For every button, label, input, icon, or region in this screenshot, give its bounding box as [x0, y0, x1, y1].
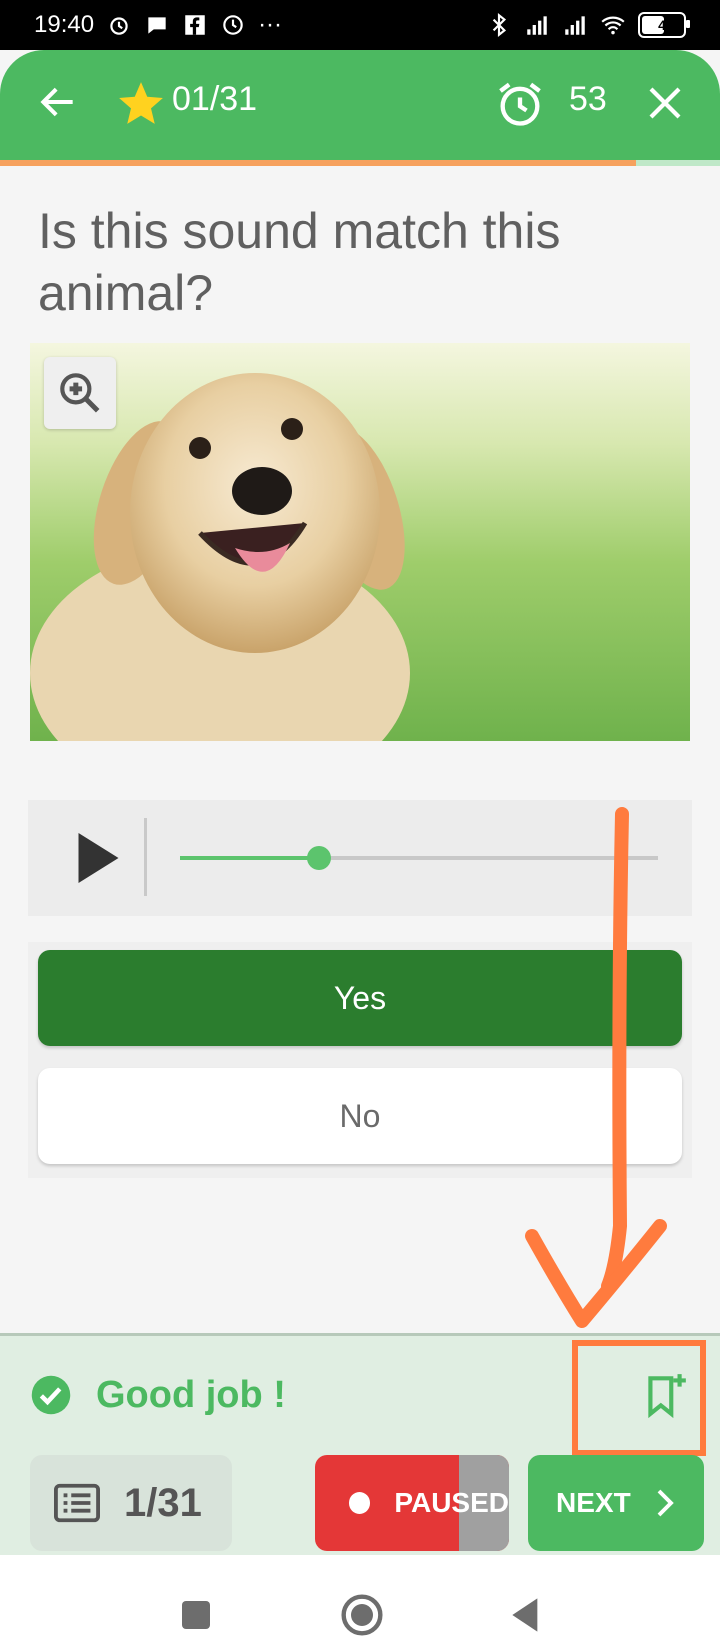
status-bar: 19:40 ··· 4 [0, 0, 720, 50]
back-triangle-icon[interactable] [506, 1595, 542, 1635]
signal-icon-2 [565, 16, 585, 35]
chat-status-icon [148, 17, 166, 34]
check-circle-icon [31, 1375, 71, 1415]
audio-seek-thumb[interactable] [307, 846, 331, 870]
question-counter: 01/31 [172, 80, 258, 118]
home-button-icon[interactable] [340, 1593, 384, 1637]
question-text: Is this sound match this animal? [38, 203, 561, 321]
battery-level: 4 [658, 17, 666, 33]
bluetooth-icon [492, 12, 507, 38]
system-nav-bar [0, 1555, 720, 1650]
play-icon[interactable] [66, 828, 126, 888]
signal-icon [527, 16, 547, 35]
audio-divider [144, 818, 147, 896]
zoom-in-icon [60, 373, 100, 413]
recents-button[interactable] [182, 1601, 210, 1629]
status-left: 19:40 ··· [34, 11, 282, 39]
facebook-status-icon [185, 15, 205, 35]
chevron-right-icon [657, 1489, 674, 1517]
paused-button[interactable]: PAUSED [315, 1455, 509, 1551]
alarm-status-icon [110, 17, 128, 35]
clock-status-icon [223, 15, 243, 35]
more-status-icon: ··· [258, 11, 283, 38]
wifi-icon [601, 16, 625, 35]
annotation-arrow [525, 807, 667, 1328]
question-list-button[interactable]: 1/31 [30, 1455, 232, 1551]
close-icon[interactable] [644, 82, 686, 124]
quiz-progress-bar [0, 160, 720, 166]
zoom-button[interactable] [44, 357, 116, 429]
status-right: 4 [486, 12, 690, 38]
dog-illustration [30, 373, 410, 741]
back-arrow-icon[interactable] [36, 80, 80, 124]
battery-icon: 4 [638, 12, 690, 38]
next-button[interactable]: NEXT [528, 1455, 704, 1551]
star-icon [119, 82, 163, 124]
list-counter: 1/31 [124, 1480, 202, 1525]
quiz-header: 01/31 53 [0, 50, 720, 162]
question-image [30, 343, 690, 741]
status-time: 19:40 [34, 11, 95, 38]
alarm-clock-icon [499, 82, 541, 126]
next-label: NEXT [556, 1487, 631, 1518]
countdown-timer: 53 [569, 80, 607, 118]
audio-seek-fill [180, 856, 319, 860]
paused-label: PAUSED [394, 1487, 509, 1518]
list-icon [54, 1483, 100, 1523]
record-dot-icon [349, 1492, 371, 1514]
annotation-highlight-box [572, 1340, 706, 1456]
feedback-message: Good job ! [96, 1374, 286, 1416]
